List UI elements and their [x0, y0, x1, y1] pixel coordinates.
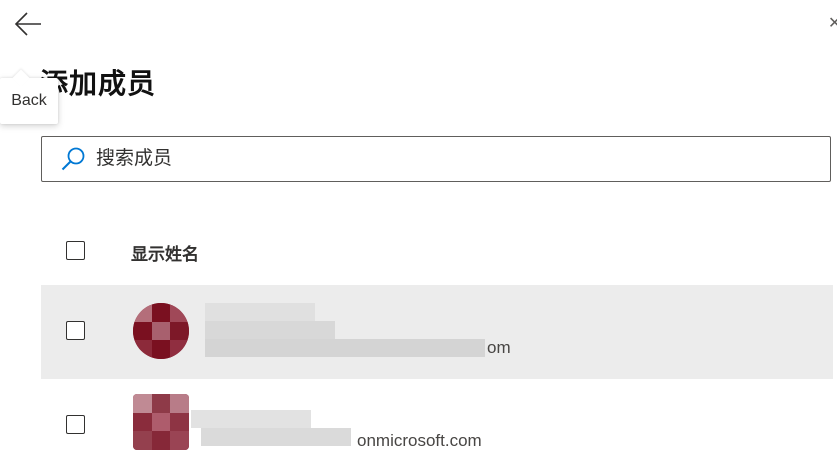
- redacted-email: [205, 339, 485, 357]
- arrow-left-icon: [14, 12, 41, 36]
- row-checkbox[interactable]: [66, 415, 85, 434]
- table-row[interactable]: om: [41, 285, 833, 379]
- avatar: [133, 303, 189, 359]
- search-icon: [61, 147, 85, 171]
- email-text: om: [487, 338, 511, 357]
- redacted-email: [201, 428, 351, 446]
- redacted-name: [191, 410, 311, 428]
- column-header-display-name: 显示姓名: [131, 245, 199, 264]
- search-input[interactable]: [96, 148, 830, 170]
- table-row[interactable]: onmicrosoft.com: [41, 380, 833, 453]
- tooltip-beak: [12, 69, 30, 87]
- email-text: onmicrosoft.com: [357, 431, 482, 450]
- back-tooltip: Back: [0, 69, 58, 124]
- redacted-name: [205, 321, 335, 339]
- back-button[interactable]: [12, 8, 46, 40]
- row-checkbox[interactable]: [66, 321, 85, 340]
- select-all-checkbox[interactable]: [66, 241, 85, 260]
- avatar: [133, 394, 189, 450]
- close-icon[interactable]: ✕: [828, 14, 837, 34]
- tooltip-label: Back: [11, 92, 47, 109]
- search-box[interactable]: [41, 136, 831, 182]
- redacted-name: [205, 303, 315, 321]
